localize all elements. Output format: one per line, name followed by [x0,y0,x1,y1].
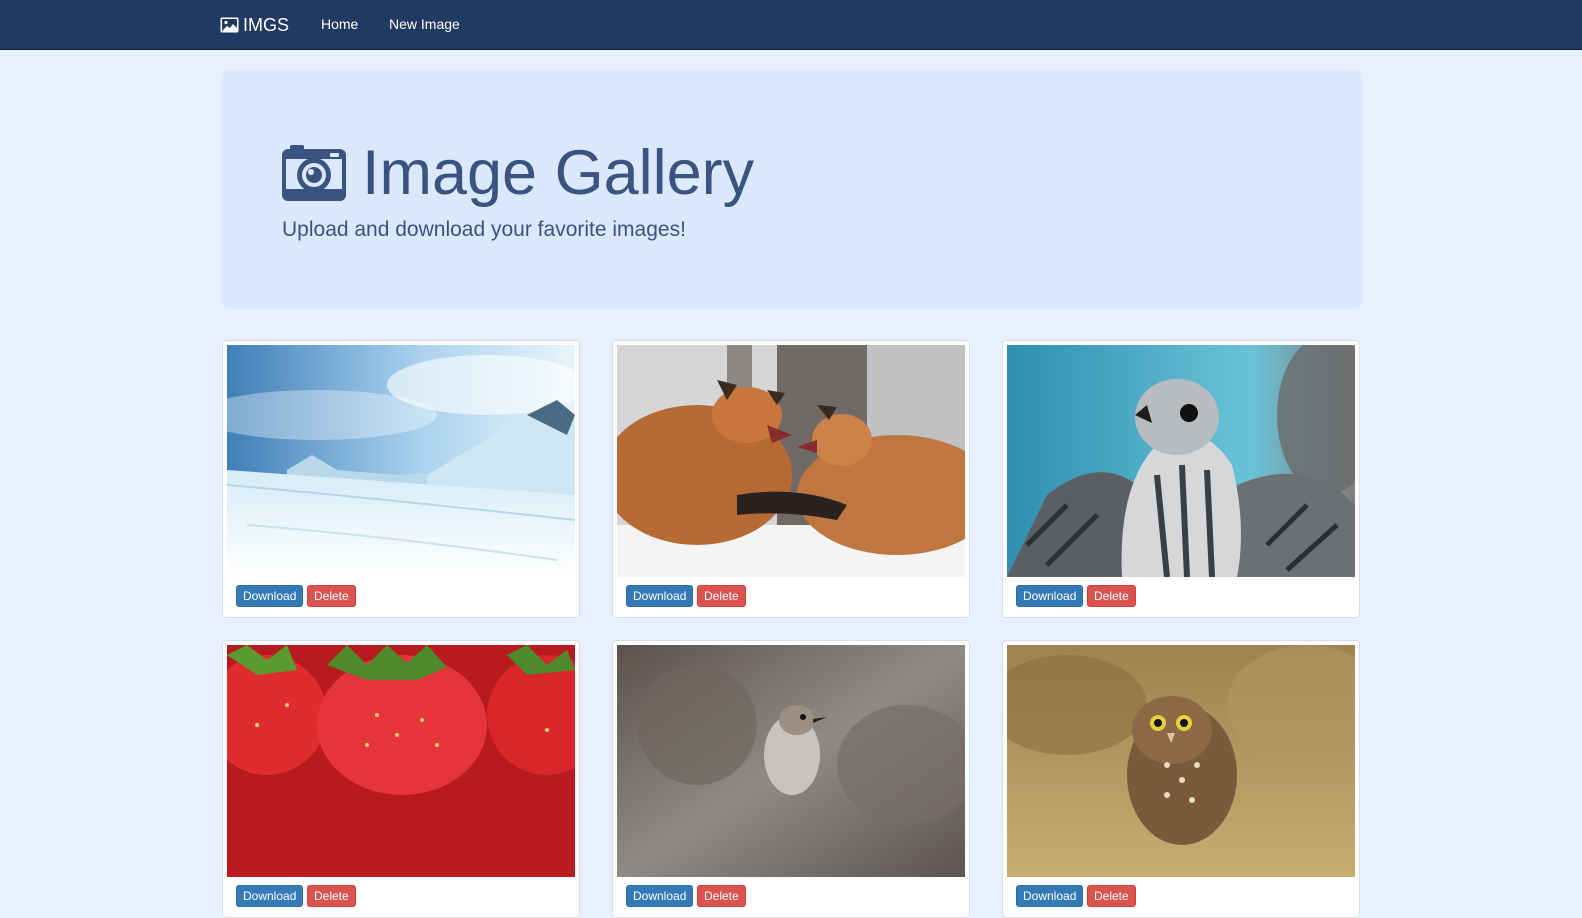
nav-home[interactable]: Home [321,16,358,32]
download-button[interactable]: Download [236,885,304,907]
gallery-card: Download Delete [222,340,580,618]
delete-button[interactable]: Delete [307,885,356,907]
page-title: Image Gallery [282,138,754,208]
gallery-image[interactable] [1007,345,1355,577]
download-button[interactable]: Download [1016,885,1084,907]
title-text: Image Gallery [362,138,755,208]
download-button[interactable]: Download [626,585,694,607]
gallery-image[interactable] [617,345,965,577]
gallery-card: Download Delete [612,340,970,618]
brand-link[interactable]: IMGS [220,14,289,36]
navbar: IMGS Home New Image [0,0,1582,50]
download-button[interactable]: Download [626,885,694,907]
page-subtitle: Upload and download your favorite images… [282,218,686,241]
delete-button[interactable]: Delete [1087,585,1136,607]
brand-name: IMGS [243,14,290,35]
delete-button[interactable]: Delete [697,885,746,907]
download-button[interactable]: Download [1016,585,1084,607]
gallery-card: Download Delete [612,640,970,918]
gallery-image[interactable] [227,645,575,877]
gallery-card: Download Delete [222,640,580,918]
camera-icon [282,145,346,201]
image-icon [220,17,239,33]
hero-jumbotron: Image Gallery Upload and download your f… [222,70,1362,309]
delete-button[interactable]: Delete [307,585,356,607]
gallery-image[interactable] [227,345,575,577]
gallery-image[interactable] [617,645,965,877]
nav-new-image[interactable]: New Image [389,16,460,32]
delete-button[interactable]: Delete [1087,885,1136,907]
download-button[interactable]: Download [236,585,304,607]
gallery-image[interactable] [1007,645,1355,877]
gallery-card: Download Delete [1002,640,1360,918]
gallery-card: Download Delete [1002,340,1360,618]
delete-button[interactable]: Delete [697,585,746,607]
